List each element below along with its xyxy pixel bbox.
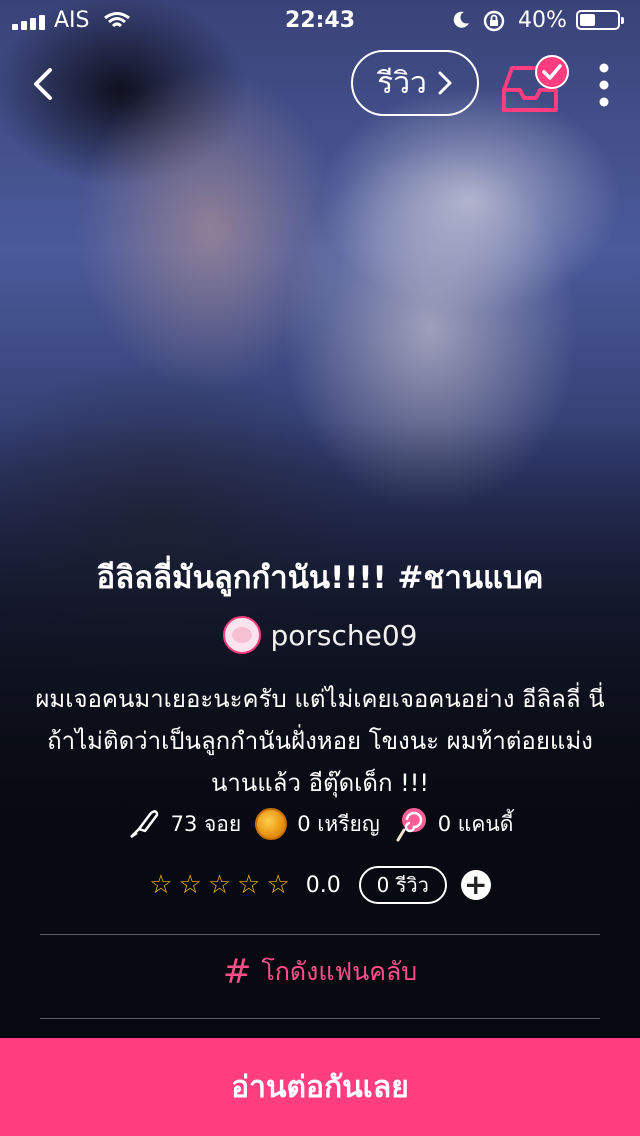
divider — [40, 934, 600, 935]
author-name[interactable]: porsche09 — [271, 619, 418, 652]
review-count-label: 0 รีวิว — [376, 873, 429, 897]
add-review-plus-icon[interactable]: + — [460, 870, 491, 900]
rating-score: 0.0 — [305, 872, 341, 898]
candies-count: 0 แคนดี้ — [437, 811, 514, 836]
fanclub-link[interactable]: # โกดังแฟนคลับ — [0, 952, 640, 992]
status-bar: AIS 22:43 40% — [0, 0, 640, 40]
coin-icon — [255, 808, 288, 840]
moon-icon — [453, 11, 469, 28]
back-chevron-icon[interactable] — [26, 62, 66, 106]
chapters-stat: 73 จอย — [127, 807, 242, 841]
battery-icon — [576, 10, 624, 30]
star-rating-icons: ☆☆☆☆☆ — [149, 870, 296, 900]
hashtag-icon: # — [222, 952, 252, 992]
fanclub-label: โกดังแฟนคลับ — [261, 957, 418, 986]
library-inbox-icon[interactable] — [500, 54, 572, 116]
battery-percent: 40% — [518, 8, 567, 33]
rating-row: ☆☆☆☆☆ 0.0 0 รีวิว + — [0, 866, 640, 904]
coins-count: 0 เหรียญ — [297, 811, 380, 836]
quill-pen-icon — [129, 810, 158, 839]
review-button[interactable]: รีวิว — [351, 50, 479, 116]
top-bar: รีวิว — [0, 48, 640, 120]
review-count-button[interactable]: 0 รีวิว — [358, 866, 447, 904]
story-stats: 73 จอย 0 เหรียญ 0 แคนดี้ — [0, 806, 640, 842]
coins-stat: 0 เหรียญ — [255, 808, 380, 841]
author-avatar[interactable] — [222, 616, 261, 654]
author-row[interactable]: porsche09 — [0, 616, 640, 654]
divider — [40, 1018, 600, 1019]
candies-stat: 0 แคนดี้ — [394, 806, 514, 842]
rotation-lock-icon — [483, 10, 505, 32]
read-now-label: อ่านต่อกันเลย — [231, 1069, 409, 1105]
review-button-label: รีวิว — [377, 65, 427, 101]
chapters-count: 73 จอย — [170, 811, 242, 836]
read-now-button[interactable]: อ่านต่อกันเลย — [0, 1038, 640, 1136]
story-title: อีลิลลี่มันลูกกำนัน!!!! #ชานแบค — [96, 560, 544, 596]
more-vertical-icon[interactable] — [594, 62, 614, 108]
lollipop-candy-icon — [396, 808, 426, 842]
chevron-right-icon — [438, 71, 452, 95]
story-description: ผมเจอคนมาเยอะนะครับ แต่ไม่เคยเจอคนอย่าง … — [35, 685, 605, 797]
